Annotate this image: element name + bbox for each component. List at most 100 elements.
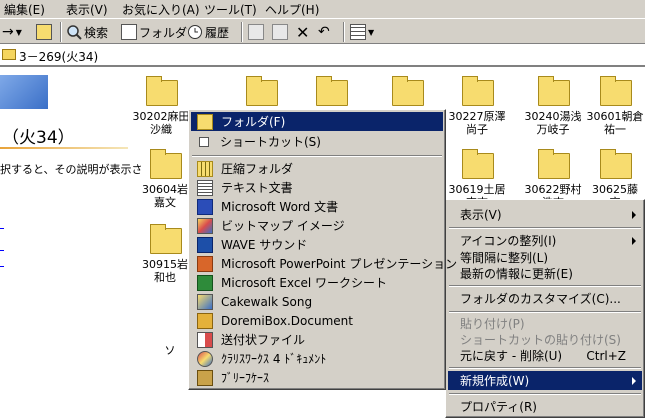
submenu-item-label: Cakewalk Song <box>221 294 313 309</box>
undo-shortcut-label: Ctrl+Z <box>586 348 626 363</box>
dropdown-icon: ▼ <box>15 27 22 37</box>
folder-icon <box>392 76 424 106</box>
submenu-item-wave-sound[interactable]: WAVE サウンド <box>191 235 443 254</box>
submenu-item-shortcut[interactable]: ショートカット(S) <box>191 132 443 151</box>
menu-item-properties[interactable]: プロパティ(R) <box>448 397 642 416</box>
address-text[interactable]: 3－269(火34) <box>19 48 98 65</box>
submenu-arrow-icon <box>632 377 636 385</box>
history-icon <box>188 25 202 39</box>
toolbar-separator <box>241 22 243 42</box>
toolbar: → ▼ 検索 フォルダ 履歴 ✕ ↶ ▼ <box>0 18 645 44</box>
submenu-item-label: テキスト文書 <box>221 181 293 195</box>
link-fragment[interactable] <box>0 237 4 251</box>
doremibox-icon <box>197 312 213 329</box>
folder-item[interactable]: 30202麻田 沙織 <box>126 76 196 142</box>
copy-to-button[interactable] <box>272 22 290 42</box>
submenu-item-bitmap-image[interactable]: ビットマップ イメージ <box>191 216 443 235</box>
submenu-item-label: ﾌﾞﾘｰﾌｹｰｽ <box>221 371 270 385</box>
submenu-item-label: Microsoft Excel ワークシート <box>221 276 388 290</box>
folder-icon <box>197 113 213 130</box>
submenu-item-excel-worksheet[interactable]: Microsoft Excel ワークシート <box>191 273 443 292</box>
menu-item-refresh[interactable]: 最新の情報に更新(E) <box>448 264 642 283</box>
folder-icon <box>150 224 182 254</box>
menu-view[interactable]: 表示(V) <box>66 1 108 18</box>
move-to-button[interactable] <box>248 22 266 42</box>
menu-help[interactable]: ヘルプ(H) <box>265 1 319 18</box>
menu-item-view[interactable]: 表示(V) <box>448 205 642 224</box>
submenu-item-text-document[interactable]: テキスト文書 <box>191 178 443 197</box>
zip-folder-icon <box>197 160 213 177</box>
forward-arrow-icon: → <box>2 24 14 40</box>
new-submenu: フォルダ(F) ショートカット(S) 圧縮フォルダ テキスト文書 Microso… <box>188 109 457 390</box>
menu-tools[interactable]: ツール(T) <box>204 1 257 18</box>
menu-separator <box>449 227 641 229</box>
menu-item-new[interactable]: 新規作成(W) <box>448 371 642 390</box>
submenu-item-clarisworks-document[interactable]: ｸﾗﾘｽﾜｰｸｽ 4 ﾄﾞｷｭﾒﾝﾄ <box>191 349 443 368</box>
submenu-item-cover-letter-file[interactable]: 送付状ファイル <box>191 330 443 349</box>
folder-icon <box>150 149 182 179</box>
excel-icon <box>197 274 213 291</box>
cover-letter-icon <box>197 331 213 348</box>
undo-icon: ↶ <box>318 24 330 40</box>
menu-favorites[interactable]: お気に入り(A) <box>122 1 200 18</box>
menu-item-label: 元に戻す - 削除(U) <box>460 349 563 363</box>
submenu-item-cakewalk-song[interactable]: Cakewalk Song <box>191 292 443 311</box>
submenu-item-compressed-folder[interactable]: 圧縮フォルダ <box>191 159 443 178</box>
banner-graphic <box>0 75 48 109</box>
shortcut-icon <box>199 136 209 147</box>
submenu-item-label: 送付状ファイル <box>221 333 306 347</box>
menu-item-label: アイコンの整列(I) <box>460 234 557 248</box>
submenu-item-powerpoint-presentation[interactable]: Microsoft PowerPoint プレゼンテーション <box>191 254 457 273</box>
submenu-item-briefcase[interactable]: ﾌﾞﾘｰﾌｹｰｽ <box>191 368 443 387</box>
word-icon <box>197 198 213 215</box>
menu-separator <box>449 367 641 369</box>
folder-icon <box>462 76 494 106</box>
submenu-item-word-document[interactable]: Microsoft Word 文書 <box>191 197 443 216</box>
briefcase-icon <box>197 369 213 386</box>
search-icon <box>67 25 82 40</box>
search-button[interactable]: 検索 <box>66 22 108 42</box>
dropdown-icon: ▼ <box>368 27 375 37</box>
menu-item-undo-delete[interactable]: 元に戻す - 削除(U) Ctrl+Z <box>448 346 642 365</box>
views-button[interactable]: ▼ <box>350 22 374 42</box>
address-bar[interactable]: 3－269(火34) <box>0 45 645 67</box>
menu-separator <box>449 285 641 287</box>
cakewalk-icon <box>197 293 213 310</box>
submenu-item-label: Microsoft Word 文書 <box>221 200 339 214</box>
submenu-item-label: DoremiBox.Document <box>221 313 353 328</box>
folder-icon <box>538 149 570 179</box>
delete-icon: ✕ <box>296 22 310 42</box>
folder-item[interactable]: 30227原澤 尚子 <box>442 76 512 142</box>
copy-to-icon <box>272 24 288 40</box>
up-folder-button[interactable] <box>36 22 54 42</box>
undo-button[interactable]: ↶ <box>318 22 330 42</box>
context-menu: 表示(V) アイコンの整列(I) 等間隔に整列(L) 最新の情報に更新(E) フ… <box>445 199 645 418</box>
delete-button[interactable]: ✕ <box>296 22 309 42</box>
toolbar-separator <box>60 22 62 42</box>
submenu-item-label: WAVE サウンド <box>221 238 308 252</box>
submenu-item-doremibox-document[interactable]: DoremiBox.Document <box>191 311 443 330</box>
history-button[interactable]: 履歴 <box>187 22 229 42</box>
menu-edit[interactable]: 編集(E) <box>4 1 45 18</box>
folders-button-label: フォルダ <box>139 25 188 40</box>
submenu-item-folder[interactable]: フォルダ(F) <box>191 112 443 131</box>
folder-icon <box>600 76 632 106</box>
description-text: 択すると、その説明が表示さ <box>0 163 143 176</box>
submenu-item-label: ショートカット(S) <box>220 135 321 149</box>
folders-button[interactable]: フォルダ <box>121 22 187 42</box>
folders-icon <box>121 24 137 40</box>
link-fragment[interactable] <box>0 253 4 267</box>
link-fragment[interactable] <box>0 215 4 229</box>
clariswork-icon <box>197 350 213 367</box>
forward-button[interactable]: → ▼ <box>2 22 22 42</box>
submenu-item-label: Microsoft PowerPoint プレゼンテーション <box>221 257 458 271</box>
text-document-icon <box>197 179 213 196</box>
wave-icon <box>197 236 213 253</box>
folder-icon <box>246 76 278 106</box>
menu-item-label: 最新の情報に更新(E) <box>460 267 573 281</box>
folder-icon <box>2 49 16 60</box>
folder-item[interactable]: 30601朝倉 祐一 <box>580 76 645 142</box>
powerpoint-icon <box>197 255 213 272</box>
menu-separator <box>449 393 641 395</box>
menu-item-customize-folder[interactable]: フォルダのカスタマイズ(C)... <box>448 289 642 308</box>
